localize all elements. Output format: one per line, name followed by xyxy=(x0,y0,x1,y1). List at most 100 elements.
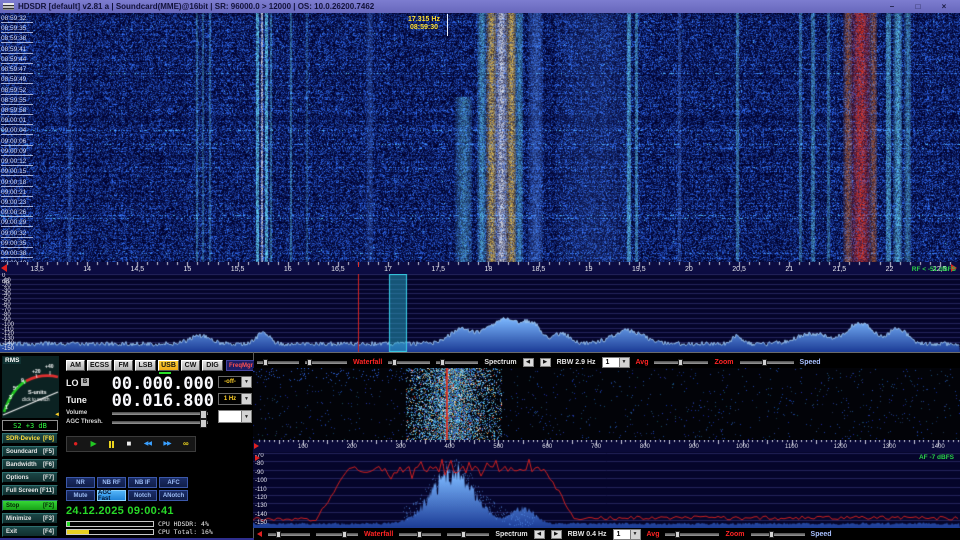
af-ruler-tick-label: 900 xyxy=(689,444,699,450)
sdr-device-button[interactable]: SDR-Device[F8] xyxy=(2,433,58,444)
titlebar[interactable]: HDSDR [default] v2.81 a | Soundcard(MME)… xyxy=(0,0,960,13)
maximize-icon[interactable]: □ xyxy=(910,2,926,11)
soundcard-button[interactable]: Soundcard[F5] xyxy=(2,446,58,457)
agc-fast-button[interactable]: AGC Fast xyxy=(97,490,126,501)
s-meter-mode[interactable]: RMS xyxy=(3,357,21,364)
af-db-scale-label: -110 xyxy=(255,487,267,493)
chevron-down-icon[interactable]: ▼ xyxy=(619,358,629,367)
af-db-scale-label: -120 xyxy=(255,495,267,501)
lo-step-value: -off- xyxy=(219,377,241,387)
waterfall-time-label: 09:00:18 xyxy=(1,179,33,187)
cpu-hdsdr-bar xyxy=(66,521,154,527)
waterfall-label: Waterfall xyxy=(353,359,382,366)
splitter[interactable] xyxy=(0,352,960,353)
rbw-readout: RBW 0.4 Hz xyxy=(568,531,607,538)
audio-device-select[interactable]: ▼ xyxy=(218,410,252,423)
zoom-slider[interactable] xyxy=(751,533,805,536)
speed-label: Speed xyxy=(800,359,821,366)
tune-marker xyxy=(358,262,359,267)
nb-rf-button[interactable]: NB RF xyxy=(97,477,126,488)
volume-slider[interactable] xyxy=(112,412,208,415)
options-button[interactable]: Options[F7] xyxy=(2,472,58,483)
avg-slider[interactable] xyxy=(665,533,719,536)
minimize-app-button[interactable]: Minimize[F3] xyxy=(2,513,58,524)
ruler-tick-label: 15 xyxy=(184,266,192,273)
waterfall-upper-slider[interactable] xyxy=(257,361,299,364)
chevron-down-icon[interactable]: ▼ xyxy=(241,394,251,404)
zoom-slider[interactable] xyxy=(740,361,794,364)
stop-button[interactable]: Stop[F2] xyxy=(2,500,58,511)
spectrum-label: Spectrum xyxy=(495,531,527,538)
avg-label: Avg xyxy=(636,359,649,366)
spectrum-upper-slider[interactable] xyxy=(388,361,430,364)
af-spectrum[interactable] xyxy=(253,452,960,528)
chevron-down-icon[interactable]: ▼ xyxy=(630,530,640,539)
collapse-arrow-icon[interactable]: ◄ xyxy=(54,412,60,418)
tune-step-select[interactable]: 1 Hz ▼ xyxy=(218,393,252,405)
stop-playback-icon[interactable]: ■ xyxy=(126,440,131,448)
avg-select[interactable]: 1 ▼ xyxy=(602,357,630,368)
tune-frequency-display[interactable]: 00.016.800 xyxy=(92,391,214,411)
record-icon[interactable]: ● xyxy=(73,440,78,448)
main-waterfall[interactable] xyxy=(0,13,960,262)
mode-cw[interactable]: CW xyxy=(181,360,200,371)
rbw-decrease-button[interactable]: ◀ xyxy=(534,530,545,539)
ruler-tick-label: 18,5 xyxy=(532,266,546,273)
fullscreen-button[interactable]: Full Screen[F11] xyxy=(2,485,58,496)
avg-slider[interactable] xyxy=(654,361,708,364)
mode-usb[interactable]: USB xyxy=(158,360,179,371)
chevron-down-icon[interactable]: ▼ xyxy=(241,377,251,387)
fast-forward-icon[interactable]: ▶▶ xyxy=(163,440,170,448)
rbw-increase-button[interactable]: ▶ xyxy=(551,530,562,539)
nr-button[interactable]: NR xyxy=(66,477,95,488)
mode-dig[interactable]: DIG xyxy=(202,360,223,371)
loop-icon[interactable]: ∞ xyxy=(183,440,189,448)
rbw-increase-button[interactable]: ▶ xyxy=(540,358,551,367)
s-meter-dial[interactable] xyxy=(2,356,59,418)
hdsdr-window: HDSDR [default] v2.81 a | Soundcard(MME)… xyxy=(0,0,960,540)
spectrum-lower-slider[interactable] xyxy=(436,361,478,364)
af-ruler-tick-label: 300 xyxy=(396,444,406,450)
bandwidth-button[interactable]: Bandwidth[F6] xyxy=(2,459,58,470)
exit-button[interactable]: Exit[F4] xyxy=(2,526,58,537)
spectrum-lower-slider[interactable] xyxy=(447,533,489,536)
waterfall-time-labels: 08:59:3208:59:3508:59:3808:59:4108:59:44… xyxy=(0,13,40,262)
avg-select[interactable]: 1 ▼ xyxy=(613,529,641,540)
mute-button[interactable]: Mute xyxy=(66,490,95,501)
chevron-down-icon[interactable]: ▼ xyxy=(241,411,251,422)
lo-badge[interactable]: B xyxy=(81,378,89,386)
af-waterfall[interactable] xyxy=(253,368,960,440)
rbw-readout: RBW 2.9 Hz xyxy=(557,359,596,366)
mode-lsb[interactable]: LSB xyxy=(135,360,156,371)
af-frequency-ruler[interactable]: 1002003004005006007008009001000110012001… xyxy=(253,440,960,452)
mode-am[interactable]: AM xyxy=(66,360,85,371)
anotch-button[interactable]: ANotch xyxy=(159,490,188,501)
af-level-readout: AF -7 dBFS xyxy=(858,454,954,461)
tune-label: Tune xyxy=(66,395,87,405)
rbw-decrease-button[interactable]: ◀ xyxy=(523,358,534,367)
close-icon[interactable]: × xyxy=(936,2,952,11)
play-icon[interactable]: ▶ xyxy=(90,440,96,448)
ruler-tick-label: 14,5 xyxy=(130,266,144,273)
notch-button[interactable]: Notch xyxy=(128,490,157,501)
waterfall-lower-slider[interactable] xyxy=(305,361,347,364)
mode-fm[interactable]: FM xyxy=(114,360,133,371)
af-db-scale-label: -150 xyxy=(255,520,267,526)
waterfall-upper-slider[interactable] xyxy=(268,533,310,536)
lo-step-select[interactable]: -off- ▼ xyxy=(218,376,252,388)
waterfall-lower-slider[interactable] xyxy=(316,533,358,536)
main-spectrum[interactable] xyxy=(0,274,960,352)
waterfall-time-label: 08:59:52 xyxy=(1,87,33,95)
af-db-scale-label: -130 xyxy=(255,503,267,509)
afc-button[interactable]: AFC xyxy=(159,477,188,488)
mode-ecss[interactable]: ECSS xyxy=(87,360,112,371)
nb-if-button[interactable]: NB IF xyxy=(128,477,157,488)
rewind-icon[interactable]: ◀◀ xyxy=(144,440,151,448)
spectrum-upper-slider[interactable] xyxy=(399,533,441,536)
minimize-icon[interactable]: – xyxy=(884,2,900,11)
frequency-ruler[interactable]: 13,51414,51515,51616,51717,51818,51919,5… xyxy=(0,262,960,274)
pause-icon[interactable] xyxy=(109,441,114,448)
freqmgr-button[interactable]: FreqMgr xyxy=(226,360,256,371)
agc-threshold-slider[interactable] xyxy=(112,421,208,424)
ruler-tick-label: 20 xyxy=(685,266,693,273)
